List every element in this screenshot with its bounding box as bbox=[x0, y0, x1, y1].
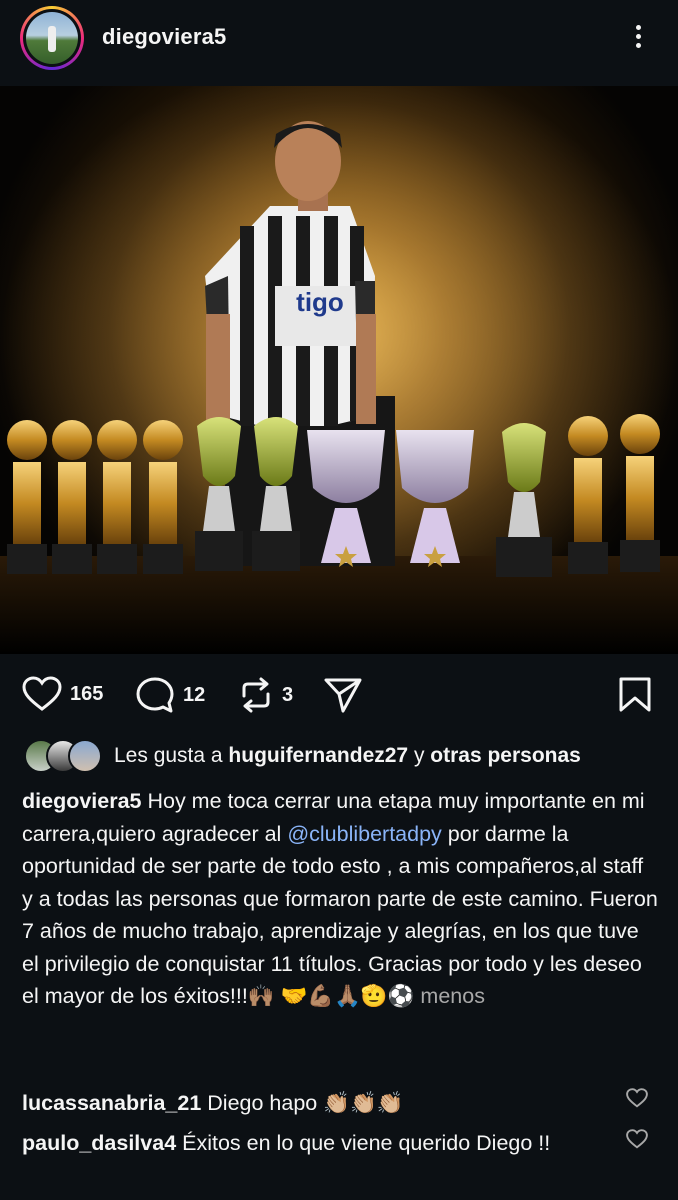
post-username[interactable]: diegoviera5 bbox=[102, 24, 226, 50]
comment-count: 12 bbox=[183, 683, 206, 706]
liked-by-row[interactable]: Les gusta a huguifernandez27 y otras per… bbox=[24, 738, 581, 774]
bookmark-icon bbox=[619, 677, 651, 712]
comment-button[interactable]: 12 bbox=[135, 676, 205, 714]
send-icon bbox=[324, 678, 362, 713]
trophy-photo-illustration: tigo bbox=[0, 86, 678, 654]
comment-text: Éxitos en lo que viene querido Diego !! bbox=[176, 1131, 551, 1155]
action-bar: 165 12 3 bbox=[0, 662, 678, 728]
liked-by-text: Les gusta a huguifernandez27 y otras per… bbox=[114, 744, 581, 767]
caption-mention[interactable]: @clublibertadpy bbox=[287, 822, 442, 846]
repost-button[interactable]: 3 bbox=[238, 676, 293, 714]
liked-by-user[interactable]: huguifernandez27 bbox=[228, 744, 408, 767]
liked-by-others[interactable]: otras personas bbox=[430, 744, 581, 767]
comment-username[interactable]: paulo_dasilva4 bbox=[22, 1131, 176, 1155]
more-vertical-icon[interactable] bbox=[626, 22, 650, 56]
comment-username[interactable]: lucassanabria_21 bbox=[22, 1091, 201, 1115]
shirt-sponsor: tigo bbox=[296, 287, 344, 317]
comment-like-heart-icon[interactable] bbox=[626, 1088, 648, 1108]
heart-icon bbox=[22, 676, 62, 711]
post-caption: diegoviera5 Hoy me toca cerrar una etapa… bbox=[22, 785, 658, 1013]
send-button[interactable] bbox=[323, 676, 363, 714]
comment-item: lucassanabria_21 Diego hapo 👏🏼👏🏼👏🏼 bbox=[22, 1086, 622, 1120]
like-button[interactable]: 165 bbox=[22, 676, 103, 712]
comment-text: Diego hapo 👏🏼👏🏼👏🏼 bbox=[201, 1091, 404, 1115]
profile-avatar[interactable] bbox=[20, 6, 84, 70]
comment-item: paulo_dasilva4 Éxitos en lo que viene qu… bbox=[22, 1126, 622, 1160]
comment-icon bbox=[136, 677, 174, 713]
less-button[interactable]: menos bbox=[420, 984, 485, 1008]
caption-text: por darme la oportunidad de ser parte de… bbox=[22, 821, 658, 1009]
repost-count: 3 bbox=[282, 683, 294, 706]
post-header: diegoviera5 bbox=[0, 0, 678, 84]
liker-avatar bbox=[68, 739, 102, 773]
like-count: 165 bbox=[70, 682, 104, 705]
save-button[interactable] bbox=[618, 676, 652, 714]
post-image[interactable]: tigo bbox=[0, 86, 678, 654]
repost-icon bbox=[242, 677, 270, 713]
comment-like-heart-icon[interactable] bbox=[626, 1129, 648, 1149]
caption-username[interactable]: diegoviera5 bbox=[22, 789, 142, 813]
